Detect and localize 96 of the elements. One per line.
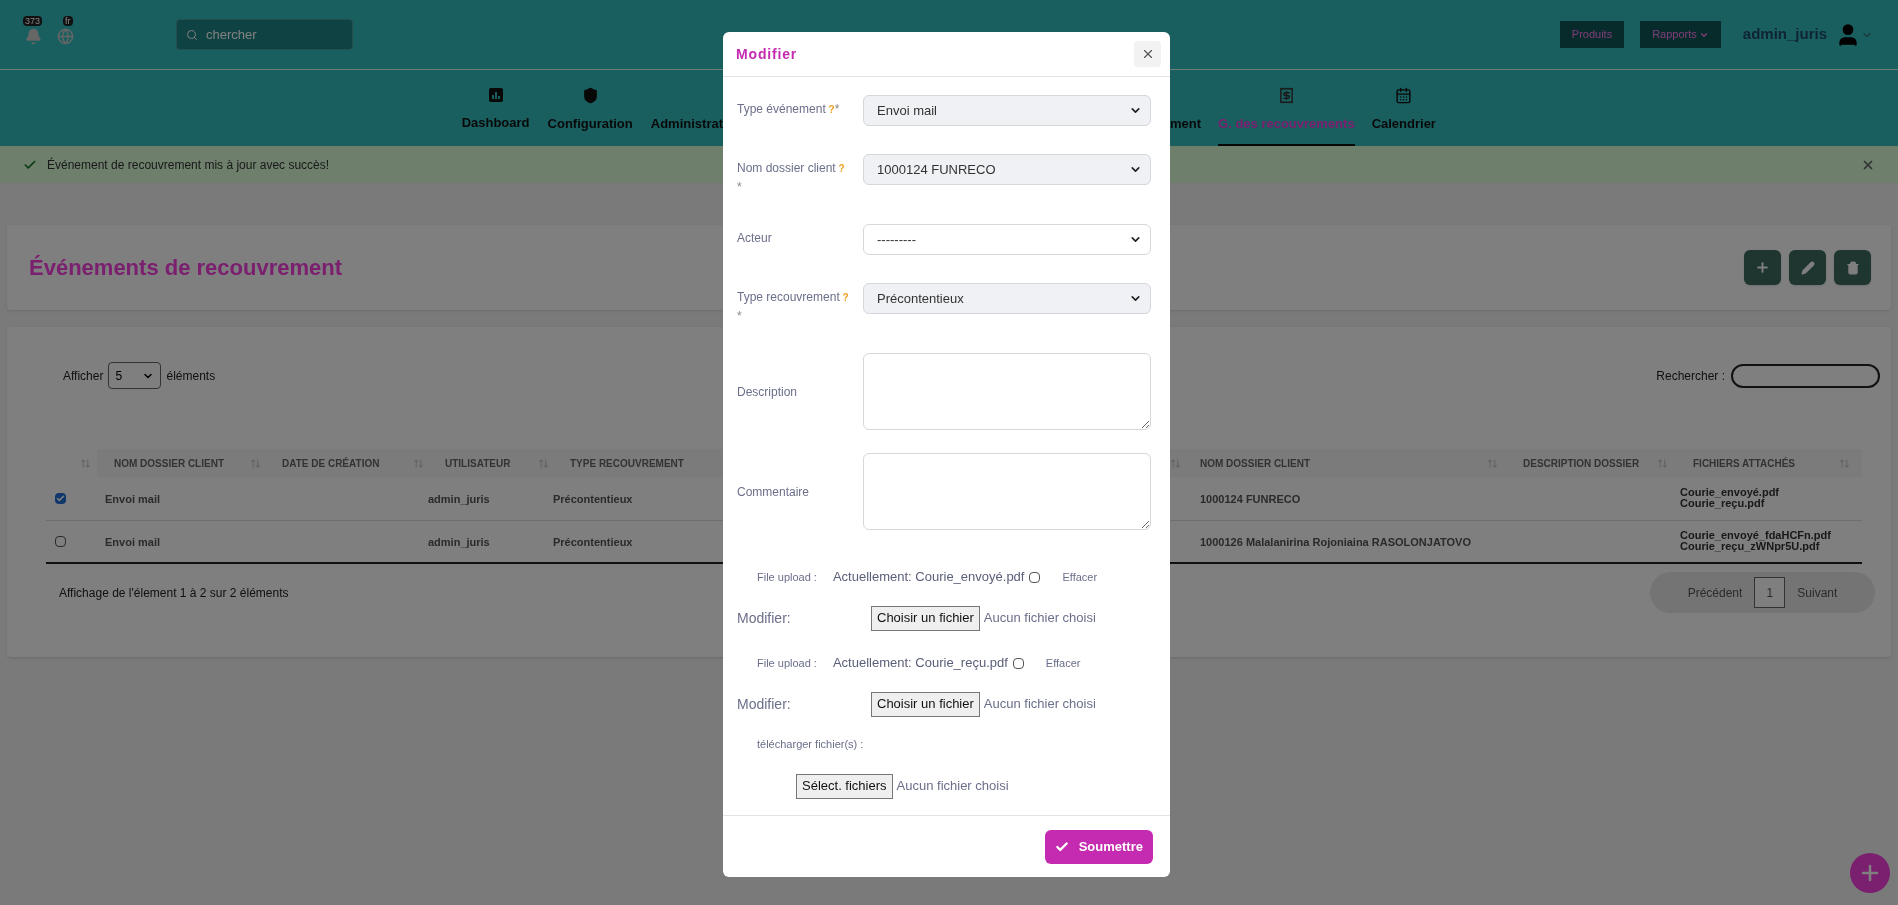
row-checkbox[interactable] (55, 492, 66, 504)
file-link[interactable]: Courie_reçu_zWNpr5U.pdf (1680, 541, 1862, 553)
clear-checkbox[interactable] (1029, 571, 1041, 583)
sort-icon[interactable] (1657, 457, 1668, 469)
text-area[interactable] (863, 353, 1151, 430)
page-title: Événements de recouvrement (29, 254, 344, 282)
receipt-icon (1277, 87, 1295, 104)
field-label: File upload : (757, 655, 817, 671)
page-link[interactable]: 1 (1754, 577, 1786, 608)
trash-icon (1845, 260, 1860, 275)
table-search-field[interactable] (1731, 363, 1880, 388)
close-button[interactable] (1134, 41, 1161, 67)
shield-icon (581, 87, 599, 104)
field-label: Type recouvrement ? * (737, 289, 849, 325)
file-button[interactable]: Choisir un fichier (871, 691, 980, 717)
nav-tab[interactable]: Administrat (650, 70, 723, 146)
field-label: Modifier: (737, 694, 792, 714)
column-header[interactable]: NOM DOSSIER CLIENT (1200, 455, 1310, 471)
nav-tab[interactable]: ment (1170, 70, 1202, 146)
clear-label: Effacer (1045, 655, 1081, 671)
alert-message: Événement de recouvrement mis à jour avec succès! (47, 156, 330, 174)
field-label: File upload : (757, 569, 817, 585)
column-header[interactable]: FICHIERS ATTACHÉS (1680, 455, 1796, 471)
table-cell: Précontentieux (553, 536, 633, 549)
table-cell: 1000124 FUNRECO (1200, 493, 1301, 506)
file-link[interactable]: Courie_envoyé_fdaHCFn.pdf (1680, 530, 1862, 542)
bell-icon[interactable] (25, 27, 42, 45)
file-link[interactable]: Courie_reçu.pdf (1680, 498, 1862, 510)
add-button[interactable] (1744, 250, 1781, 285)
edit-button[interactable] (1789, 250, 1826, 285)
nav-tab[interactable]: Configuration (547, 70, 633, 146)
column-header[interactable]: DESCRIPTION DOSSIER (1510, 455, 1640, 471)
globe-icon[interactable] (57, 27, 74, 45)
next-link[interactable]: Suivant (1797, 583, 1838, 602)
clear-label: Effacer (1062, 569, 1098, 585)
field-label: Commentaire (737, 483, 811, 501)
table-cell: 1000126 Malalanirina Rojoniaina RASOLONJATOVO (1200, 536, 1471, 549)
language-badge: fr (63, 15, 73, 26)
length-select[interactable]: 5 (108, 362, 162, 389)
table-cell: Envoi mail (105, 536, 161, 549)
field-label: télécharger fichier(s) : (756, 737, 865, 752)
table-info: Affichage de l'élement 1 à 2 sur 2 éléments (59, 584, 290, 602)
file-status: Aucun fichier choisi (983, 695, 1096, 714)
field-label: Nom dossier client ? * (737, 160, 846, 196)
nav-tab[interactable]: Dashboard (461, 70, 530, 146)
nav-tab[interactable]: Calendrier (1371, 70, 1436, 146)
table-cell: Précontentieux (553, 493, 633, 506)
column-header[interactable]: TYPE RECOUVREMENT (570, 455, 684, 471)
length-label: éléments (166, 367, 217, 385)
sort-icon[interactable] (413, 457, 424, 469)
column-header[interactable]: UTILISATEUR (445, 455, 511, 471)
floating-add-button[interactable] (1850, 853, 1890, 893)
user-name[interactable]: admin_juris (1742, 23, 1827, 46)
file-button[interactable]: Sélect. fichiers (796, 773, 893, 799)
notification-badge: 373 (23, 15, 43, 26)
previous-link[interactable]: Précédent (1687, 583, 1743, 602)
field-label: Modifier: (737, 608, 792, 628)
delete-button[interactable] (1834, 250, 1871, 285)
file-status: Aucun fichier choisi (896, 777, 1009, 796)
current-file: Actuellement: Courie_reçu.pdf (832, 654, 1008, 673)
sort-icon[interactable] (538, 457, 549, 469)
search-label: Rechercher : (1656, 367, 1725, 385)
check-icon (1054, 839, 1069, 854)
header-link[interactable]: Rapports (1640, 21, 1721, 48)
file-status: Aucun fichier choisi (983, 609, 1096, 628)
pencil-icon (1800, 260, 1815, 275)
table-cell: Envoi mail (105, 493, 161, 506)
field-label: Type événement ?* (737, 101, 841, 118)
search-field[interactable]: chercher (176, 19, 353, 50)
select-field[interactable]: --------- (863, 224, 1151, 255)
text-area[interactable] (863, 453, 1151, 530)
calendar-icon (1395, 87, 1413, 104)
table-cell: admin_juris (428, 493, 490, 506)
field-label: Acteur (737, 230, 773, 247)
column-header[interactable]: DATE DE CRÉATION (282, 455, 380, 471)
plus-icon (1755, 260, 1770, 275)
table-cell: admin_juris (428, 536, 490, 549)
current-file: Actuellement: Courie_envoyé.pdf (832, 568, 1025, 587)
file-link[interactable]: Courie_envoyé.pdf (1680, 487, 1862, 499)
search-icon (186, 29, 198, 41)
length-label: Afficher (63, 367, 104, 385)
sort-icon[interactable] (80, 457, 91, 469)
clear-checkbox[interactable] (1012, 657, 1024, 669)
sort-icon[interactable] (1170, 457, 1181, 469)
submit-button[interactable]: Soumettre (1044, 829, 1153, 864)
field-label: Description (737, 383, 799, 401)
row-checkbox[interactable] (55, 535, 66, 547)
header-link[interactable]: Produits (1559, 21, 1625, 48)
chart-icon (487, 87, 504, 103)
sort-icon[interactable] (1839, 457, 1850, 469)
modal-title: Modifier (736, 44, 798, 64)
check-icon (56, 493, 65, 503)
file-button[interactable]: Choisir un fichier (871, 605, 980, 631)
column-header[interactable]: NOM DOSSIER CLIENT (114, 455, 224, 471)
sort-icon[interactable] (1487, 457, 1498, 469)
sort-icon[interactable] (250, 457, 261, 469)
